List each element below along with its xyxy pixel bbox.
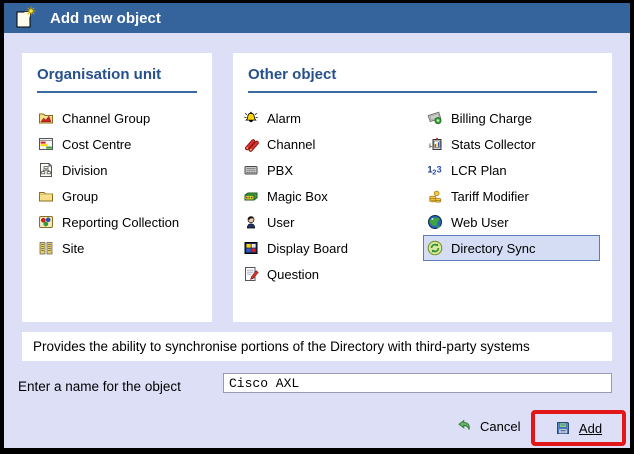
stats-collector-icon	[427, 136, 443, 152]
object-type-display-board[interactable]: Display Board	[233, 235, 423, 261]
organisation-unit-rule	[37, 91, 197, 93]
object-type-label: Group	[62, 189, 98, 204]
object-type-label: Question	[267, 267, 319, 282]
billing-charge-icon	[427, 110, 443, 126]
dialog-title: Add new object	[50, 10, 161, 27]
other-object-columns: Alarm Channel PBX Magic Box User Display Boar…	[233, 105, 612, 291]
organisation-unit-heading: Organisation unit	[37, 66, 197, 84]
pbx-icon	[243, 162, 259, 178]
object-type-label: Site	[62, 241, 84, 256]
object-type-label: Display Board	[267, 241, 348, 256]
magic-box-icon	[243, 188, 259, 204]
object-type-label: Magic Box	[267, 189, 328, 204]
object-type-division[interactable]: Division	[22, 157, 212, 183]
object-type-billing-charge[interactable]: Billing Charge	[423, 105, 612, 131]
object-name-input[interactable]	[223, 373, 612, 393]
object-type-reporting-collection[interactable]: Reporting Collection	[22, 209, 212, 235]
add-button[interactable]: Add	[555, 420, 602, 436]
object-type-label: Web User	[451, 215, 509, 230]
dialog-titlebar: Add new object	[4, 3, 630, 33]
object-type-label: User	[267, 215, 294, 230]
group-icon	[38, 188, 54, 204]
screenshot-frame: Add new object Organisation unit Channel…	[0, 0, 634, 454]
add-new-object-dialog: Add new object Organisation unit Channel…	[4, 3, 630, 448]
object-type-alarm[interactable]: Alarm	[233, 105, 423, 131]
channel-group-icon	[38, 110, 54, 126]
object-type-label: Directory Sync	[451, 241, 536, 256]
other-object-column-1: Alarm Channel PBX Magic Box User Display Boar…	[233, 105, 423, 287]
directory-sync-icon	[427, 240, 443, 256]
object-type-label: Channel Group	[62, 111, 150, 126]
object-type-pbx[interactable]: PBX	[233, 157, 423, 183]
object-type-lcr-plan[interactable]: 123 LCR Plan	[423, 157, 612, 183]
new-object-icon	[13, 6, 37, 30]
annotation-highlight-box: Add	[531, 410, 626, 446]
alarm-icon	[243, 110, 259, 126]
object-type-user[interactable]: User	[233, 209, 423, 235]
save-icon	[555, 420, 571, 436]
object-type-web-user[interactable]: Web User	[423, 209, 612, 235]
display-board-icon	[243, 240, 259, 256]
organisation-unit-list: Channel Group Cost Centre Division Group Rep…	[22, 105, 212, 261]
undo-icon	[456, 418, 472, 434]
site-icon	[38, 240, 54, 256]
reporting-collection-icon	[38, 214, 54, 230]
object-type-label: PBX	[267, 163, 293, 178]
object-type-label: Channel	[267, 137, 315, 152]
user-icon	[243, 214, 259, 230]
other-object-panel: Other object Alarm Channel PBX Magic Box Use…	[233, 53, 612, 322]
object-type-label: Alarm	[267, 111, 301, 126]
svg-text:3: 3	[437, 165, 442, 175]
division-icon	[38, 162, 54, 178]
object-type-channel-group[interactable]: Channel Group	[22, 105, 212, 131]
question-icon	[243, 266, 259, 282]
object-type-label: Reporting Collection	[62, 215, 179, 230]
object-type-label: Division	[62, 163, 108, 178]
object-type-label: Tariff Modifier	[451, 189, 529, 204]
object-description: Provides the ability to synchronise port…	[22, 332, 612, 361]
object-type-magic-box[interactable]: Magic Box	[233, 183, 423, 209]
web-user-icon	[427, 214, 443, 230]
lcr-plan-icon: 123	[427, 162, 443, 178]
channel-icon	[243, 136, 259, 152]
object-type-group[interactable]: Group	[22, 183, 212, 209]
object-type-label: Stats Collector	[451, 137, 536, 152]
organisation-unit-panel: Organisation unit Channel Group Cost Cent…	[22, 53, 212, 322]
object-type-cost-centre[interactable]: Cost Centre	[22, 131, 212, 157]
cancel-button-label: Cancel	[480, 419, 520, 434]
object-type-tariff-modifier[interactable]: Tariff Modifier	[423, 183, 612, 209]
object-type-channel[interactable]: Channel	[233, 131, 423, 157]
name-field-label: Enter a name for the object	[18, 379, 181, 394]
object-type-question[interactable]: Question	[233, 261, 423, 287]
other-object-heading: Other object	[248, 66, 597, 84]
other-object-column-2: Billing Charge Stats Collector 123 LCR Plan…	[423, 105, 612, 261]
add-button-label: Add	[579, 421, 602, 436]
object-type-label: Billing Charge	[451, 111, 532, 126]
cancel-button[interactable]: Cancel	[456, 418, 520, 434]
tariff-modifier-icon	[427, 188, 443, 204]
object-type-site[interactable]: Site	[22, 235, 212, 261]
object-type-stats-collector[interactable]: Stats Collector	[423, 131, 612, 157]
other-object-rule	[248, 91, 597, 93]
object-type-label: Cost Centre	[62, 137, 131, 152]
object-type-directory-sync-selected[interactable]: Directory Sync	[423, 235, 600, 261]
cost-centre-icon	[38, 136, 54, 152]
object-type-label: LCR Plan	[451, 163, 507, 178]
